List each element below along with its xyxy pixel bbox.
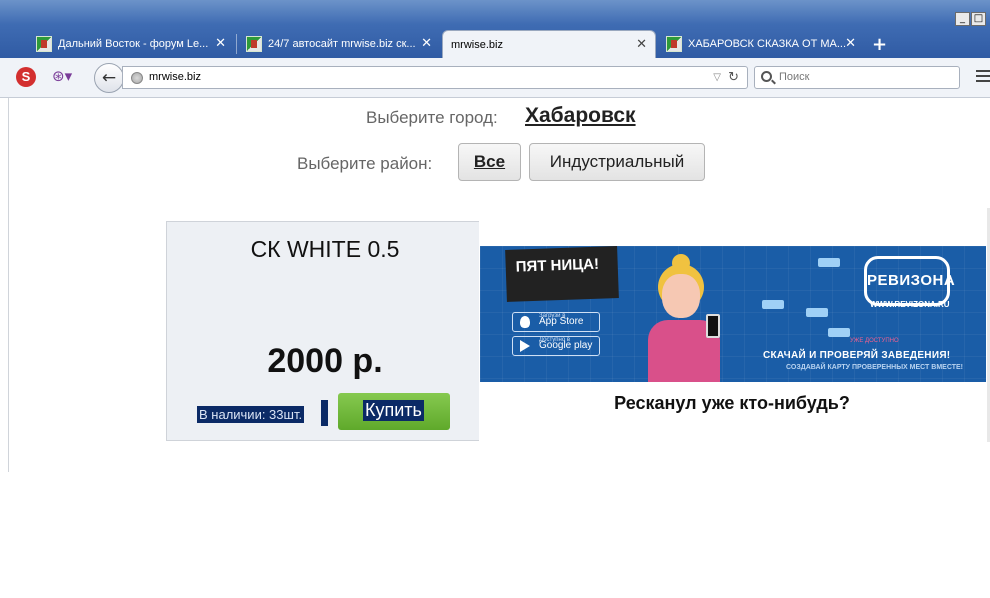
tab-title: Дальний Восток - форум Le... <box>58 38 209 50</box>
tab-title: mrwise.biz <box>451 38 503 51</box>
back-button[interactable]: ← <box>94 63 124 93</box>
globe-icon <box>131 72 143 84</box>
city-select-link[interactable]: Хабаровск <box>525 104 636 128</box>
address-bar[interactable]: mrwise.biz ▽ ↻ <box>122 66 748 89</box>
tab-autosite[interactable]: 24/7 автосайт mrwise.biz ск... ✕ <box>238 30 440 58</box>
apple-icon <box>520 316 530 328</box>
banner-subslogan: СОЗДАВАЙ КАРТУ ПРОВЕРЕННЫХ МЕСТ ВМЕСТЕ! <box>786 364 963 371</box>
site-favicon-icon <box>246 36 262 52</box>
app-store-badge[interactable]: Загрузи в App Store <box>512 312 600 332</box>
minimize-button[interactable]: _ <box>955 12 970 26</box>
banner-caption: Ресканул уже кто-нибудь? <box>614 393 850 413</box>
browser-window: _ □ Дальний Восток - форум Le... ✕ 24/7 … <box>0 0 990 598</box>
chat-bubble-icon <box>762 300 784 309</box>
reload-icon[interactable]: ↻ <box>728 67 739 88</box>
url-text: mrwise.biz <box>149 71 201 83</box>
site-favicon-icon <box>36 36 52 52</box>
selection-marker <box>321 400 328 426</box>
city-label: Выберите город: <box>366 108 498 127</box>
url-dropdown-icon[interactable]: ▽ <box>713 67 721 88</box>
pyatnica-logo: ПЯТ НИЦА! <box>505 246 619 302</box>
tab-mrwise[interactable]: mrwise.biz ✕ <box>442 30 656 58</box>
window-controls: _ □ <box>955 12 986 26</box>
banner-frame: ПЯТ НИЦА! Загрузи в App Store Доступно в… <box>479 208 990 442</box>
new-tab-button[interactable]: + <box>872 34 887 55</box>
tab-title: 24/7 автосайт mrwise.biz ск... <box>268 38 416 50</box>
chat-bubble-icon <box>818 258 840 267</box>
district-button-industrialny[interactable]: Индустриальный <box>529 143 705 181</box>
navigation-toolbar: S ⊛▾ ← mrwise.biz ▽ ↻ Поиск <box>0 58 990 98</box>
banner-available-label: УЖЕ ДОСТУПНО <box>850 338 899 344</box>
search-input[interactable]: Поиск <box>754 66 960 89</box>
app-store-caption: Загрузи в <box>539 313 566 319</box>
site-favicon-icon <box>666 36 682 52</box>
tab-separator <box>236 34 237 54</box>
google-play-caption: Доступно в <box>539 337 571 343</box>
cartoon-girl-illustration <box>648 254 728 382</box>
google-play-icon <box>520 340 530 352</box>
revizona-url: WWW.REVIZONA.RU <box>870 300 950 309</box>
close-tab-icon[interactable]: ✕ <box>845 36 856 51</box>
product-name: СК WHITE 0.5 <box>250 236 400 262</box>
close-tab-icon[interactable]: ✕ <box>215 36 226 51</box>
maximize-button[interactable]: □ <box>971 12 986 26</box>
phone-icon <box>706 314 720 338</box>
security-extension-icon[interactable]: S <box>16 67 36 87</box>
stock-status: В наличии: 33шт. <box>197 406 305 423</box>
buy-button[interactable]: Купить <box>338 393 450 430</box>
product-price: 2000 р. <box>267 342 383 380</box>
revizona-logo: РЕВИЗОНА <box>864 256 955 306</box>
chat-bubble-icon <box>806 308 828 317</box>
page-content: Выберите город: Хабаровск Выберите район… <box>8 98 990 472</box>
tab-title: ХАБАРОВСК СКАЗКА ОТ МА... <box>688 38 847 50</box>
buy-button-label: Купить <box>363 400 424 421</box>
banner-slogan: СКАЧАЙ И ПРОВЕРЯЙ ЗАВЕДЕНИЯ! <box>763 350 951 361</box>
search-placeholder: Поиск <box>779 71 810 83</box>
chat-bubble-icon <box>828 328 850 337</box>
tab-khabarovsk-skazka[interactable]: ХАБАРОВСК СКАЗКА ОТ МА... ✕ <box>658 30 864 58</box>
close-tab-icon[interactable]: ✕ <box>636 37 647 52</box>
district-button-all[interactable]: Все <box>458 143 521 181</box>
tab-strip: _ □ Дальний Восток - форум Le... ✕ 24/7 … <box>0 0 990 60</box>
tab-dalniy-vostok[interactable]: Дальний Восток - форум Le... ✕ <box>28 30 234 58</box>
district-label: Выберите район: <box>297 154 433 173</box>
search-icon <box>761 71 772 82</box>
hamburger-menu-icon[interactable] <box>976 70 990 84</box>
close-tab-icon[interactable]: ✕ <box>421 36 432 51</box>
addon-menu-icon[interactable]: ⊛▾ <box>52 67 82 87</box>
google-play-badge[interactable]: Доступно в Google play <box>512 336 600 356</box>
product-card: СК WHITE 0.5 2000 р. В наличии: 33шт. Ку… <box>166 221 482 441</box>
advertisement-banner[interactable]: ПЯТ НИЦА! Загрузи в App Store Доступно в… <box>480 246 986 382</box>
